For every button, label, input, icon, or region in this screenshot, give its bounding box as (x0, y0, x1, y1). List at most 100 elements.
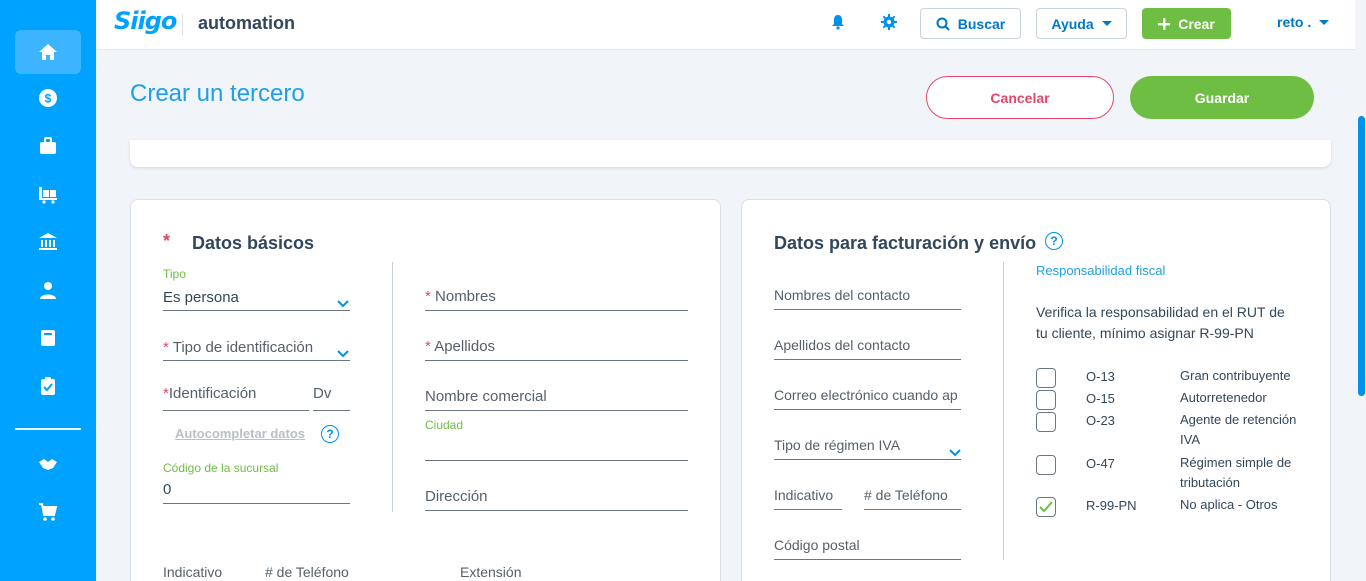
responsabilidad-note: Verifica la responsabilidad en el RUT de… (1036, 304, 1285, 341)
sidebar-item-contacts[interactable] (15, 268, 81, 312)
responsibility-code: O-23 (1086, 413, 1115, 428)
tipo-select[interactable]: Es persona (163, 284, 350, 312)
identificacion-underline (163, 410, 309, 411)
telefono-label[interactable]: # de Teléfono (265, 564, 349, 580)
topbar: Siigo automation Buscar Ayuda Crear reto… (96, 0, 1355, 50)
billing-telefono-input[interactable]: # de Teléfono (864, 484, 961, 511)
responsibility-code: O-47 (1086, 456, 1115, 471)
postal-label: Código postal (774, 537, 860, 553)
search-icon (936, 17, 950, 31)
basic-data-title: Datos básicos (192, 233, 315, 253)
indicativo-label[interactable]: Indicativo (163, 564, 222, 580)
scrollbar-thumb[interactable] (1358, 116, 1365, 396)
contacto-apellidos-input[interactable]: Apellidos del contacto (774, 334, 961, 361)
bell-icon (832, 15, 844, 30)
dv-input[interactable]: Dv (313, 383, 350, 411)
cart-icon (39, 503, 58, 521)
checkbox-o-23[interactable] (1036, 412, 1056, 432)
checkbox-o-13[interactable] (1036, 368, 1056, 388)
sidebar-item-finance[interactable]: $ (15, 76, 81, 120)
sidebar-item-partners[interactable] (15, 442, 81, 486)
billing-indicativo-input[interactable]: Indicativo (774, 484, 842, 511)
caret-down-icon (1101, 21, 1112, 26)
sidebar-item-home[interactable] (15, 30, 81, 74)
chevron-down-icon (949, 444, 961, 457)
clipboard-icon (41, 377, 55, 395)
contacto-nombres-input[interactable]: Nombres del contacto (774, 284, 961, 311)
apellidos-underline (425, 360, 688, 361)
direccion-underline (425, 510, 688, 511)
billing-telefono-underline (864, 509, 961, 510)
help-dropdown[interactable]: Ayuda (1036, 8, 1127, 39)
postal-input[interactable]: Código postal (774, 534, 961, 561)
help-icon[interactable]: ? (1045, 232, 1063, 250)
sucursal-underline (163, 503, 350, 504)
user-menu[interactable]: reto . (1277, 14, 1330, 30)
inventory-icon (39, 187, 57, 204)
create-button[interactable]: Crear (1142, 8, 1231, 39)
logo-divider (182, 14, 183, 36)
user-name: reto . (1277, 14, 1312, 30)
regimen-underline (774, 459, 961, 460)
company-name: automation (198, 13, 295, 33)
billing-indicativo-label: Indicativo (774, 487, 834, 503)
apellidos-input[interactable]: * Apellidos (425, 334, 688, 362)
contacto-apellidos-label: Apellidos del contacto (774, 337, 911, 353)
cancel-button[interactable]: Cancelar (926, 76, 1114, 119)
ciudad-label: Ciudad (425, 418, 464, 432)
checkbox-r-99-pn[interactable] (1036, 497, 1056, 517)
billing-title: Datos para facturación y envío (774, 233, 1037, 253)
direccion-input[interactable]: Dirección (425, 484, 688, 512)
autocomplete-link[interactable]: Autocompletar datos (175, 426, 305, 441)
dv-underline (313, 410, 350, 411)
help-icon[interactable]: ? (321, 425, 339, 443)
sidebar-item-accounting[interactable] (15, 316, 81, 360)
nombres-label: Nombres (435, 288, 496, 305)
notifications-button[interactable] (830, 14, 850, 34)
sidebar-item-banks[interactable] (15, 220, 81, 264)
checkbox-o-15[interactable] (1036, 390, 1056, 410)
checkbox-o-47[interactable] (1036, 455, 1056, 475)
tipo-value: Es persona (163, 289, 239, 306)
gear-icon (881, 14, 897, 30)
extension-label[interactable]: Extensión (460, 564, 521, 580)
nombre-comercial-input[interactable]: Nombre comercial (425, 384, 688, 412)
sidebar-item-reports[interactable] (15, 364, 81, 408)
responsibility-description: No aplica - Otros (1180, 497, 1278, 512)
nombres-underline (425, 310, 688, 311)
siigo-logo[interactable]: Siigo (114, 7, 177, 35)
help-dropdown-label: Ayuda (1051, 15, 1094, 32)
responsibility-description: Agente de retención IVA (1180, 412, 1297, 447)
bank-icon (39, 233, 57, 250)
save-button[interactable]: Guardar (1130, 76, 1314, 119)
regimen-select[interactable]: Tipo de régimen IVA (774, 434, 961, 461)
settings-button[interactable] (881, 14, 901, 34)
responsibility-description: Gran contribuyente (1180, 368, 1291, 383)
sucursal-input[interactable]: 0 (163, 478, 350, 504)
correo-input[interactable]: Correo electrónico cuando ap (774, 384, 961, 411)
responsibility-description: Régimen simple de tributación (1180, 455, 1292, 490)
sidebar-item-store[interactable] (15, 490, 81, 534)
search-button[interactable]: Buscar (920, 8, 1021, 39)
nombres-input[interactable]: * Nombres (425, 284, 688, 312)
caret-down-icon (1319, 19, 1330, 25)
chevron-down-icon (337, 345, 349, 358)
responsibility-code: O-15 (1086, 391, 1115, 406)
ciudad-input[interactable] (425, 434, 688, 460)
home-icon (39, 44, 57, 60)
tipo-identificacion-select[interactable]: * Tipo de identificación (163, 334, 350, 362)
basic-data-card: * Datos básicos Tipo Es persona * Tipo d… (130, 199, 721, 581)
responsibility-description: Autorretenedor (1180, 390, 1267, 405)
contacto-nombres-underline (774, 309, 961, 310)
sidebar-item-inventory[interactable] (15, 172, 81, 216)
dv-label: Dv (313, 385, 332, 402)
book-icon (41, 330, 55, 346)
identificacion-input[interactable]: *Identificación (163, 383, 309, 411)
sucursal-label: Código de la sucursal (163, 461, 279, 475)
required-asterisk: * (163, 231, 171, 251)
sidebar-divider (15, 428, 81, 430)
sidebar-item-sales[interactable] (15, 124, 81, 168)
collapsed-card (130, 140, 1331, 167)
user-icon (40, 282, 56, 299)
chevron-down-icon (337, 295, 349, 308)
